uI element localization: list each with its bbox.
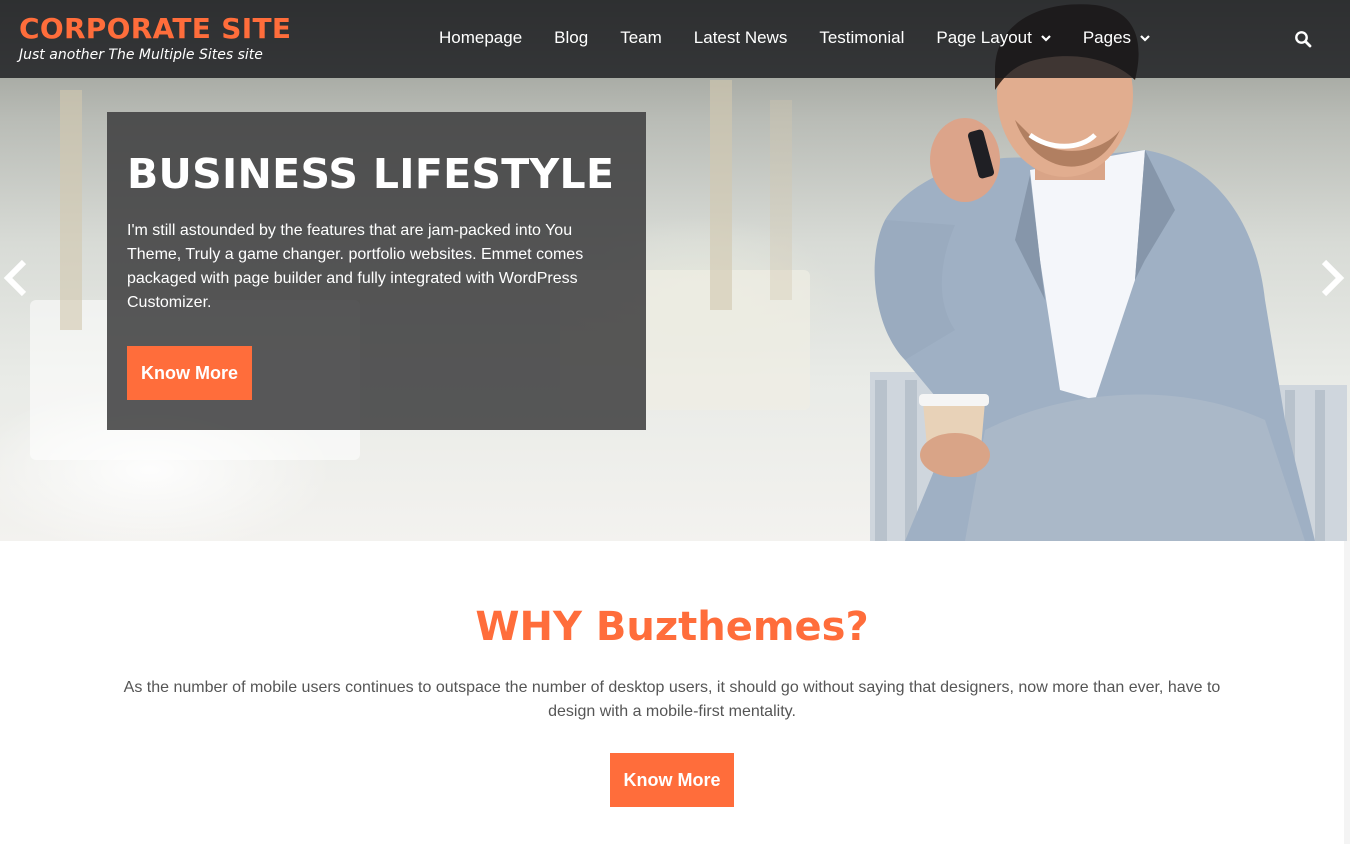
site-header: CORPORATE SITE Just another The Multiple… xyxy=(0,0,1350,78)
section-title: WHY Buzthemes? xyxy=(475,604,869,650)
main-navigation: Homepage Blog Team Latest News Testimoni… xyxy=(439,28,1182,48)
nav-item-label: Pages xyxy=(1082,28,1132,47)
nav-item-label: Page Layout xyxy=(936,28,1032,47)
nav-item-pages[interactable]: Pages xyxy=(1083,28,1150,48)
background-post xyxy=(60,90,82,330)
hero-slider: CORPORATE SITE Just another The Multiple… xyxy=(0,0,1350,541)
chevron-down-icon xyxy=(1041,34,1051,42)
slide-caption: BUSINESS LIFESTYLE I'm still astounded b… xyxy=(107,112,646,430)
site-tagline: Just another The Multiple Sites site xyxy=(19,47,263,63)
slide-text: I'm still astounded by the features that… xyxy=(127,222,584,311)
background-post xyxy=(710,80,732,310)
businessman-image xyxy=(870,4,1347,541)
nav-item-testimonial[interactable]: Testimonial xyxy=(819,28,904,48)
nav-item-label: Latest News xyxy=(693,28,788,47)
slide-know-more-button[interactable]: Know More xyxy=(127,346,252,400)
nav-item-blog[interactable]: Blog xyxy=(554,28,588,48)
nav-item-homepage[interactable]: Homepage xyxy=(439,28,522,48)
nav-item-label: Blog xyxy=(554,28,589,47)
section-text: As the number of mobile users continues … xyxy=(123,679,1221,720)
nav-item-page-layout[interactable]: Page Layout xyxy=(936,28,1051,48)
chevron-down-icon xyxy=(1140,34,1150,42)
section-know-more-button[interactable]: Know More xyxy=(610,753,734,807)
site-title[interactable]: CORPORATE SITE xyxy=(19,12,291,45)
background-post xyxy=(770,100,792,300)
nav-item-label: Testimonial xyxy=(819,28,905,47)
nav-item-team[interactable]: Team xyxy=(620,28,662,48)
scrollbar-track[interactable] xyxy=(1344,541,1350,844)
slide-title: BUSINESS LIFESTYLE xyxy=(127,150,615,198)
nav-item-label: Homepage xyxy=(439,28,523,47)
chevron-right-icon[interactable] xyxy=(1318,258,1348,298)
nav-item-latest-news[interactable]: Latest News xyxy=(694,28,788,48)
search-icon[interactable] xyxy=(1294,30,1312,48)
nav-item-label: Team xyxy=(620,28,662,47)
chevron-left-icon[interactable] xyxy=(0,258,30,298)
